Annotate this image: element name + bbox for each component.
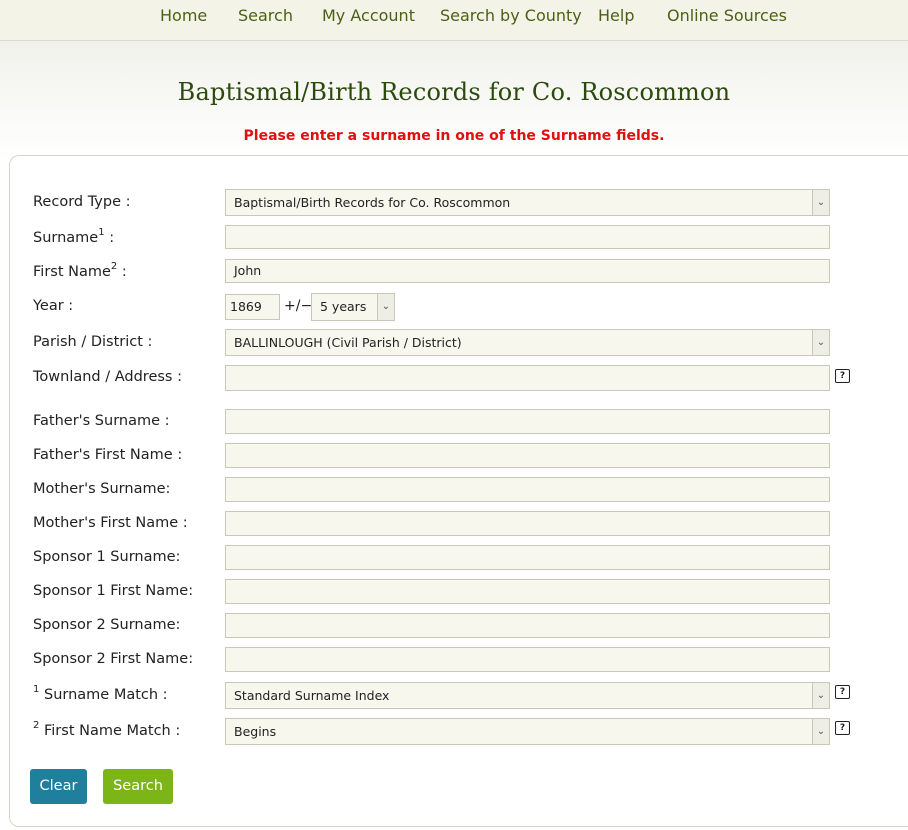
nav-my-account-link[interactable]: My Account (322, 6, 415, 25)
first-name-input[interactable]: John (225, 259, 830, 283)
sponsor1-first-name-input[interactable] (225, 579, 830, 604)
help-icon[interactable]: ? (835, 685, 850, 699)
sponsor2-surname-label: Sponsor 2 Surname: (33, 617, 181, 633)
plus-minus-label: +/− (284, 298, 313, 314)
surname-match-label: 1 Surname Match : (33, 684, 168, 703)
nav-search-by-county-link[interactable]: Search by County (440, 6, 582, 25)
sponsor2-first-name-label: Sponsor 2 First Name: (33, 651, 194, 667)
surname-match-footnote: 1 (33, 684, 40, 696)
sponsor1-surname-label: Sponsor 1 Surname: (33, 549, 181, 565)
surname-input[interactable] (225, 225, 830, 249)
father-surname-label: Father's Surname : (33, 413, 170, 429)
help-icon[interactable]: ? (835, 721, 850, 735)
first-name-match-footnote: 2 (33, 720, 40, 732)
townland-input[interactable] (225, 365, 830, 391)
first-name-label-text: First Name (33, 264, 111, 280)
first-name-match-select[interactable]: Begins ⌄ (225, 718, 830, 745)
surname-footnote: 1 (98, 227, 105, 239)
sponsor2-surname-input[interactable] (225, 613, 830, 638)
surname-label: Surname1 : (33, 227, 115, 246)
help-icon[interactable]: ? (835, 369, 850, 383)
father-first-name-label: Father's First Name : (33, 447, 183, 463)
clear-button[interactable]: Clear (30, 769, 87, 804)
record-type-value: Baptismal/Birth Records for Co. Roscommo… (234, 195, 511, 210)
first-name-label: First Name2 : (33, 261, 127, 280)
surname-match-value: Standard Surname Index (234, 688, 390, 703)
sponsor1-first-name-label: Sponsor 1 First Name: (33, 583, 194, 599)
first-name-footnote: 2 (110, 261, 118, 273)
mother-surname-label: Mother's Surname: (33, 481, 171, 497)
nav-online-sources-link[interactable]: Online Sources (667, 6, 787, 25)
nav-help-link[interactable]: Help (598, 6, 634, 25)
father-first-name-input[interactable] (225, 443, 830, 468)
chevron-down-icon: ⌄ (812, 683, 829, 708)
chevron-down-icon: ⌄ (377, 294, 394, 320)
page-title: Baptismal/Birth Records for Co. Roscommo… (177, 78, 731, 106)
first-name-label-colon: : (117, 264, 127, 280)
year-range-value: 5 years (320, 299, 367, 314)
mother-first-name-label: Mother's First Name : (33, 515, 188, 531)
nav-home-link[interactable]: Home (160, 6, 207, 25)
chevron-down-icon: ⌄ (812, 330, 829, 355)
parish-select[interactable]: BALLINLOUGH (Civil Parish / District) ⌄ (225, 329, 830, 356)
first-name-match-label-text: First Name Match : (39, 723, 181, 739)
mother-surname-input[interactable] (225, 477, 830, 502)
sponsor1-surname-input[interactable] (225, 545, 830, 570)
year-input[interactable]: 1869 (225, 294, 280, 320)
parish-label: Parish / District : (33, 334, 153, 350)
record-type-select[interactable]: Baptismal/Birth Records for Co. Roscommo… (225, 189, 830, 216)
chevron-down-icon: ⌄ (812, 190, 829, 215)
search-button[interactable]: Search (103, 769, 173, 804)
chevron-down-icon: ⌄ (812, 719, 829, 744)
surname-match-select[interactable]: Standard Surname Index ⌄ (225, 682, 830, 709)
surname-label-text: Surname (33, 230, 99, 246)
first-name-match-value: Begins (234, 724, 277, 739)
year-label: Year : (33, 298, 74, 314)
first-name-match-label: 2 First Name Match : (33, 720, 181, 739)
mother-first-name-input[interactable] (225, 511, 830, 536)
error-message: Please enter a surname in one of the Sur… (243, 128, 665, 144)
father-surname-input[interactable] (225, 409, 830, 434)
record-type-label: Record Type : (33, 194, 131, 210)
nav-search-link[interactable]: Search (238, 6, 293, 25)
sponsor2-first-name-input[interactable] (225, 647, 830, 672)
townland-label: Townland / Address : (33, 369, 182, 385)
parish-value: BALLINLOUGH (Civil Parish / District) (234, 335, 462, 350)
year-range-select[interactable]: 5 years ⌄ (311, 293, 395, 321)
top-navigation: Home Search My Account Search by County … (0, 0, 908, 41)
surname-label-colon: : (104, 230, 115, 246)
surname-match-label-text: Surname Match : (39, 687, 168, 703)
